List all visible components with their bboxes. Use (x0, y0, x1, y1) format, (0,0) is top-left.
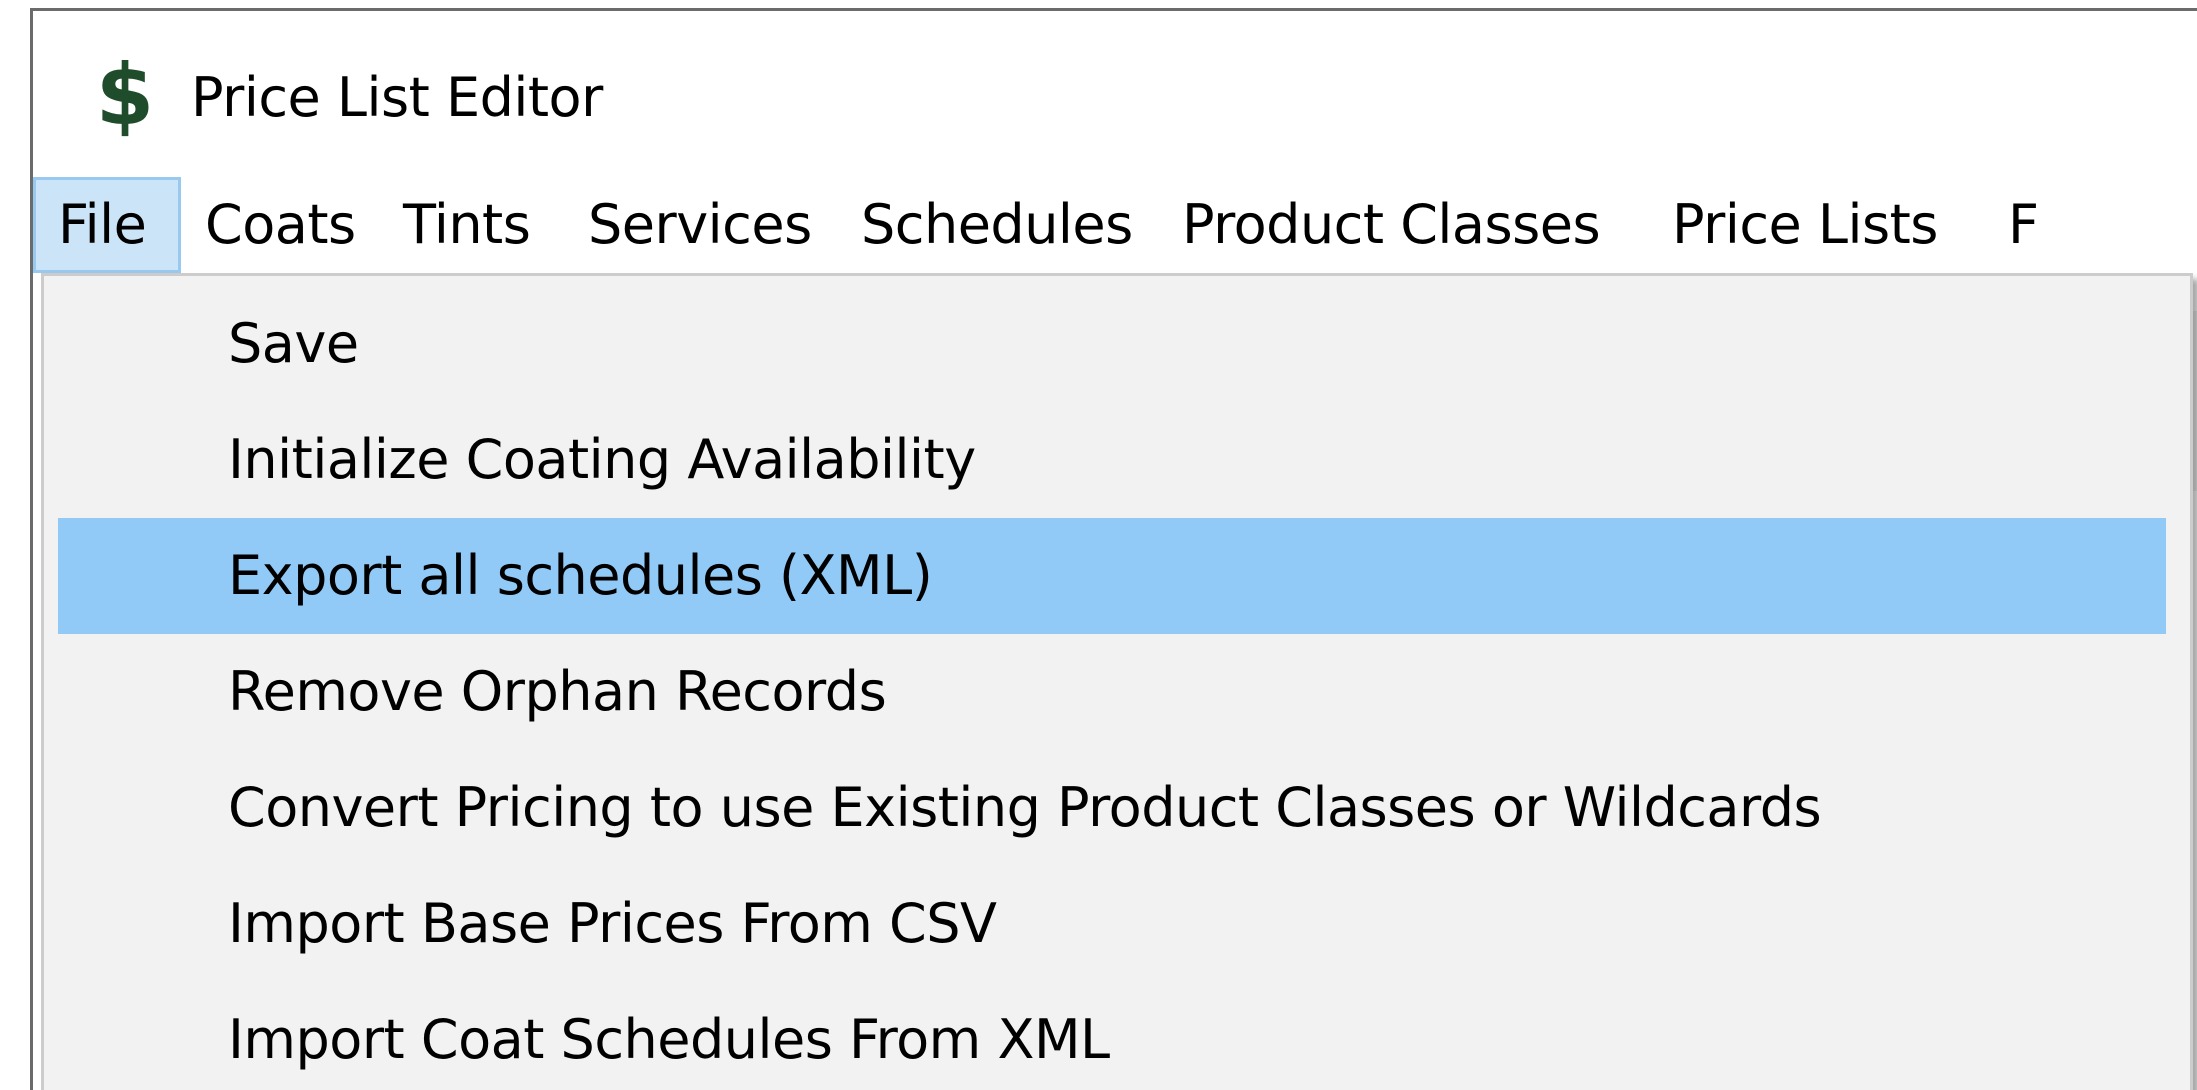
menu-item-import-base-prices-csv[interactable]: Import Base Prices From CSV (58, 866, 2166, 982)
screen: $ Price List Editor File Coats Tints Ser… (0, 0, 2197, 1090)
menu-price-lists[interactable]: Price Lists (1672, 177, 1938, 273)
price-list-editor-window: $ Price List Editor File Coats Tints Ser… (30, 8, 2197, 1090)
menu-item-convert-pricing[interactable]: Convert Pricing to use Existing Product … (58, 750, 2166, 866)
menu-item-export-all-schedules[interactable]: Export all schedules (XML) (58, 518, 2166, 634)
menu-item-initialize-coating-availability[interactable]: Initialize Coating Availability (58, 402, 2166, 518)
menu-truncated[interactable]: F (2008, 177, 2039, 273)
dollar-sign-icon: $ (95, 46, 155, 144)
menu-item-remove-orphan-records[interactable]: Remove Orphan Records (58, 634, 2166, 750)
menu-schedules[interactable]: Schedules (861, 177, 1133, 273)
window-title: Price List Editor (191, 66, 603, 129)
menu-item-import-coat-schedules-xml[interactable]: Import Coat Schedules From XML (58, 982, 2166, 1090)
menu-services[interactable]: Services (588, 177, 812, 273)
menu-file[interactable]: File (33, 177, 181, 273)
menu-product-classes[interactable]: Product Classes (1182, 177, 1601, 273)
menu-bar: File Coats Tints Services Schedules Prod… (33, 171, 2197, 281)
background-panel-edge (2193, 311, 2197, 491)
menu-item-save[interactable]: Save (58, 286, 2166, 402)
title-bar: $ Price List Editor (33, 11, 2197, 171)
menu-tints[interactable]: Tints (403, 177, 531, 273)
file-menu-dropdown: Save Initialize Coating Availability Exp… (41, 273, 2193, 1090)
menu-coats[interactable]: Coats (205, 177, 356, 273)
